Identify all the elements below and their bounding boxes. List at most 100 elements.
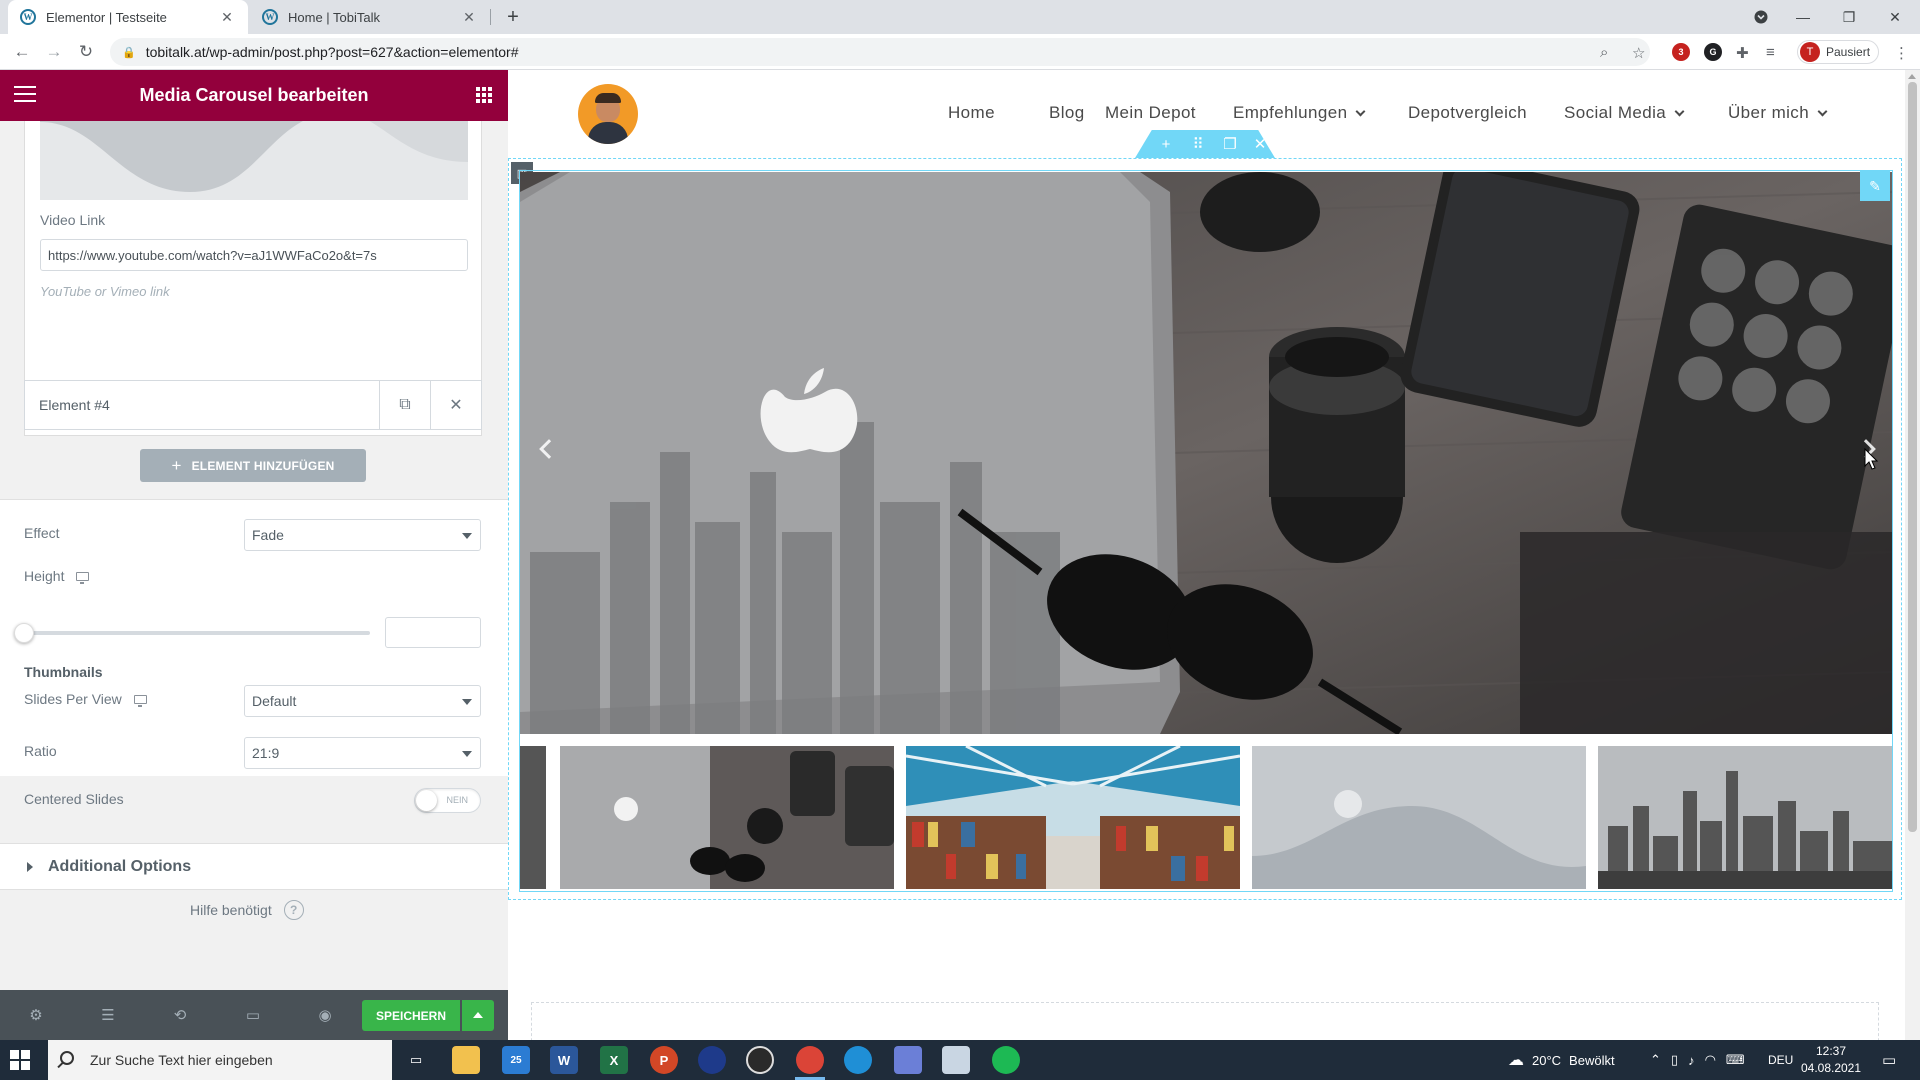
navigator-layers-icon[interactable]: ☰ bbox=[98, 1005, 118, 1025]
desktop-monitor-icon[interactable] bbox=[133, 694, 147, 707]
desktop-monitor-icon[interactable] bbox=[76, 571, 90, 584]
battery-icon[interactable]: ▯ bbox=[1671, 1052, 1678, 1068]
media-placeholder-image[interactable] bbox=[40, 121, 468, 200]
responsive-mode-icon[interactable]: ▭ bbox=[243, 1005, 263, 1025]
delete-section-icon[interactable]: ✕ bbox=[1250, 134, 1270, 154]
keyboard-icon[interactable]: ⌨ bbox=[1726, 1052, 1745, 1068]
volume-icon[interactable]: ♪ bbox=[1688, 1053, 1695, 1068]
site-logo[interactable] bbox=[578, 84, 638, 144]
chevron-down-icon bbox=[462, 699, 472, 705]
duplicate-section-icon[interactable]: ❐ bbox=[1220, 134, 1240, 154]
height-number-input[interactable] bbox=[385, 617, 481, 648]
help-link[interactable]: Hilfe benötigt ? bbox=[190, 900, 304, 920]
zoom-icon[interactable]: ⌕ bbox=[1600, 44, 1608, 61]
add-section-icon[interactable]: + bbox=[1156, 134, 1176, 154]
taskbar-search-input[interactable]: Zur Suche Text hier eingeben bbox=[48, 1040, 392, 1080]
new-tab-button[interactable]: + bbox=[500, 4, 526, 30]
wordpress-icon: W bbox=[20, 9, 36, 25]
app-icon[interactable] bbox=[698, 1046, 726, 1074]
thumbnail-library[interactable] bbox=[906, 746, 1240, 889]
slides-per-view-select[interactable]: Default bbox=[244, 685, 481, 717]
nav-item-home[interactable]: Home bbox=[948, 103, 995, 123]
scrollbar-thumb[interactable] bbox=[1908, 82, 1917, 832]
history-icon[interactable]: ⟲ bbox=[170, 1005, 190, 1025]
slide-image-desk-flatlay bbox=[520, 172, 1892, 734]
edit-widget-pencil-icon[interactable]: ✎ bbox=[1860, 171, 1890, 201]
nav-item-depotvergleich[interactable]: Depotvergleich bbox=[1408, 103, 1527, 123]
nav-item-blog[interactable]: Blog bbox=[1049, 103, 1085, 123]
app-icon[interactable] bbox=[894, 1046, 922, 1074]
centered-slides-toggle[interactable]: NEIN bbox=[414, 788, 481, 813]
repeater-item-row[interactable]: Element #4 ⧉ ✕ bbox=[24, 380, 482, 430]
additional-options-section[interactable]: Additional Options bbox=[0, 843, 508, 890]
mail-icon[interactable]: 25 bbox=[502, 1046, 530, 1074]
address-bar[interactable]: 🔒 tobitalk.at/wp-admin/post.php?post=627… bbox=[110, 38, 1650, 66]
spotify-icon[interactable] bbox=[992, 1046, 1020, 1074]
thumbnail-placeholder[interactable] bbox=[1252, 746, 1586, 889]
nav-item-mein-depot[interactable]: Mein Depot bbox=[1105, 103, 1196, 123]
excel-icon[interactable]: X bbox=[600, 1046, 628, 1074]
preview-scrollbar[interactable] bbox=[1905, 70, 1920, 1060]
close-window-button[interactable]: ✕ bbox=[1872, 0, 1918, 34]
height-slider-handle[interactable] bbox=[14, 623, 34, 643]
profile-button[interactable]: T Pausiert bbox=[1797, 40, 1880, 64]
language-indicator[interactable]: DEU bbox=[1768, 1040, 1793, 1080]
carousel-main-slide[interactable] bbox=[520, 172, 1892, 734]
scroll-up-arrow-icon[interactable] bbox=[1908, 74, 1916, 79]
wifi-icon[interactable]: ◠ bbox=[1705, 1052, 1716, 1068]
remove-icon[interactable]: ✕ bbox=[430, 381, 481, 429]
save-button[interactable]: SPEICHERN bbox=[362, 1000, 460, 1031]
task-view-icon[interactable]: ▭ bbox=[402, 1046, 430, 1074]
chrome-icon[interactable] bbox=[796, 1046, 824, 1074]
settings-gear-icon[interactable]: ⚙ bbox=[26, 1005, 46, 1025]
thumbnail-desk[interactable] bbox=[560, 746, 894, 889]
close-tab-icon[interactable]: ✕ bbox=[460, 9, 478, 26]
windows-start-icon[interactable] bbox=[10, 1050, 30, 1070]
browser-tab-home[interactable]: W Home | TobiTalk ✕ bbox=[250, 0, 490, 34]
weather-widget[interactable]: ☁ 20°C Bewölkt bbox=[1508, 1040, 1615, 1080]
word-icon[interactable]: W bbox=[550, 1046, 578, 1074]
extensions-icon[interactable]: ✚ bbox=[1736, 44, 1749, 62]
minimize-button[interactable]: — bbox=[1780, 0, 1826, 34]
widgets-grid-icon[interactable] bbox=[476, 87, 492, 103]
preview-eye-icon[interactable]: ◉ bbox=[315, 1005, 335, 1025]
duplicate-icon[interactable]: ⧉ bbox=[379, 381, 430, 429]
powerpoint-icon[interactable]: P bbox=[650, 1046, 678, 1074]
extension-grammarly-icon[interactable]: G bbox=[1704, 43, 1722, 61]
add-item-button[interactable]: + ELEMENT HINZUFÜGEN bbox=[140, 449, 366, 482]
tray-chevron-up-icon[interactable]: ⌃ bbox=[1650, 1052, 1661, 1068]
restore-button[interactable]: ❐ bbox=[1826, 0, 1872, 34]
nav-item-social-media[interactable]: Social Media bbox=[1564, 103, 1685, 123]
nav-item-empfehlungen[interactable]: Empfehlungen bbox=[1233, 103, 1366, 123]
height-slider-track[interactable] bbox=[24, 631, 370, 635]
ratio-select[interactable]: 21:9 bbox=[244, 737, 481, 769]
taskbar-clock[interactable]: 12:37 04.08.2021 bbox=[1796, 1043, 1866, 1077]
video-link-input[interactable]: https://www.youtube.com/watch?v=aJ1WWFaC… bbox=[40, 239, 468, 271]
thumbnail-city[interactable] bbox=[1598, 746, 1892, 889]
nav-item-ueber-mich[interactable]: Über mich bbox=[1728, 103, 1828, 123]
drag-section-icon[interactable]: ⠿ bbox=[1188, 134, 1208, 154]
forward-button[interactable]: → bbox=[42, 40, 66, 64]
close-tab-icon[interactable]: ✕ bbox=[218, 9, 236, 26]
tab-search-icon[interactable] bbox=[1738, 0, 1784, 34]
back-button[interactable]: ← bbox=[10, 40, 34, 64]
hamburger-menu-icon[interactable] bbox=[14, 86, 36, 107]
file-explorer-icon[interactable] bbox=[452, 1046, 480, 1074]
star-icon[interactable]: ☆ bbox=[1632, 44, 1645, 62]
logo-figure-hair bbox=[595, 93, 621, 103]
edge-icon[interactable] bbox=[844, 1046, 872, 1074]
reading-list-icon[interactable]: ≡ bbox=[1766, 44, 1775, 61]
slides-per-view-label-text: Slides Per View bbox=[24, 691, 122, 707]
notepad-icon[interactable] bbox=[942, 1046, 970, 1074]
thumbnail-partial[interactable] bbox=[520, 746, 546, 889]
effect-select[interactable]: Fade bbox=[244, 519, 481, 551]
browser-tab-elementor[interactable]: W Elementor | Testseite ✕ bbox=[8, 0, 248, 34]
extension-adblock-icon[interactable]: 3 bbox=[1672, 43, 1690, 61]
slides-per-view-label: Slides Per View bbox=[24, 691, 147, 707]
obs-icon[interactable] bbox=[746, 1046, 774, 1074]
kebab-menu-icon[interactable]: ⋮ bbox=[1894, 44, 1909, 62]
avatar: T bbox=[1800, 42, 1820, 62]
notification-icon[interactable]: ▭ bbox=[1882, 1040, 1896, 1080]
reload-button[interactable]: ↻ bbox=[74, 40, 98, 64]
save-options-button[interactable] bbox=[462, 1000, 494, 1031]
